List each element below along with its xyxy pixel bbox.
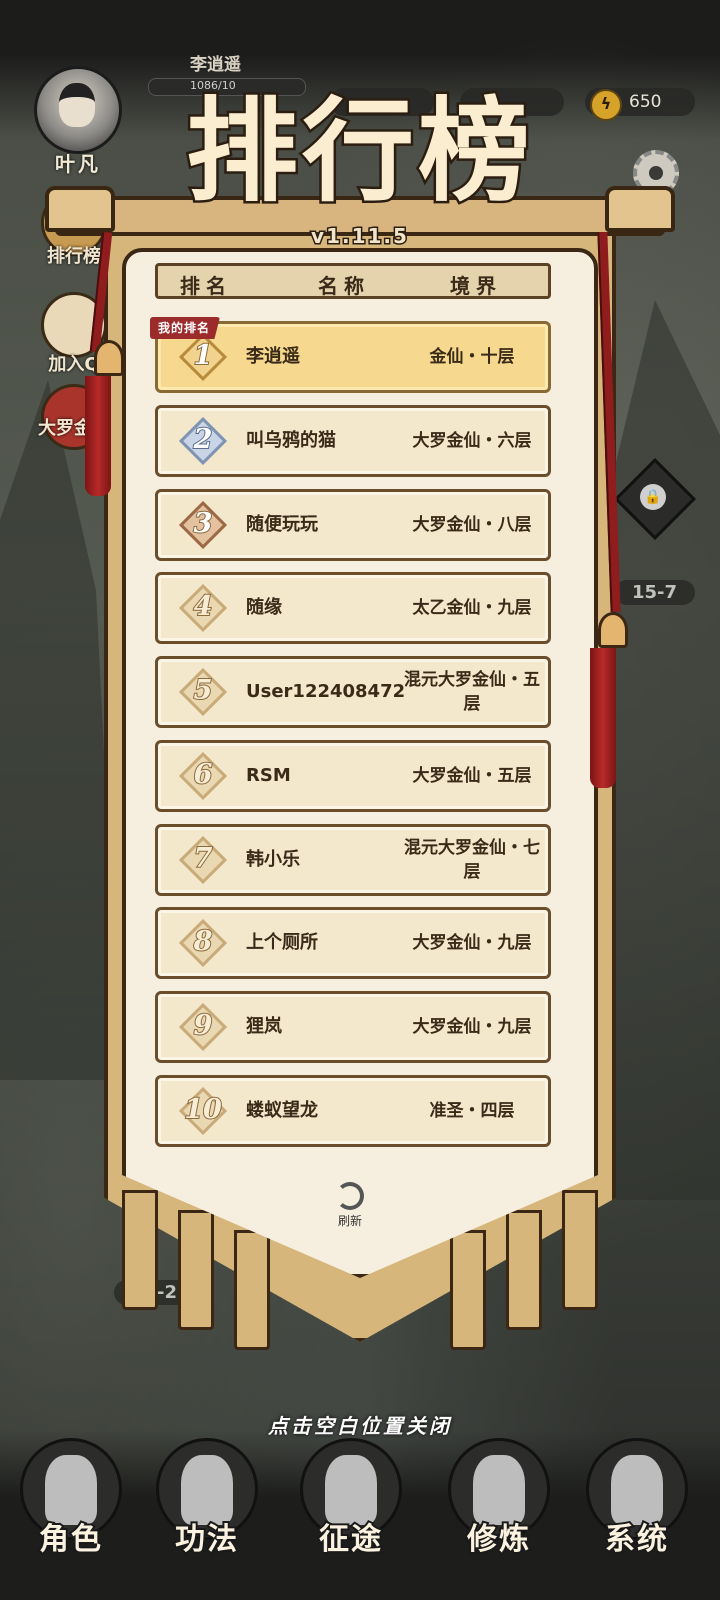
realm-cell: 大罗金仙・六层 (412, 431, 532, 451)
realm-cell: 太乙金仙・九层 (412, 598, 532, 619)
rank-badge-icon: 6 (178, 751, 228, 800)
refresh-label: 刷新 (337, 1214, 362, 1228)
player-name-cell: 蝼蚁望龙 (246, 1099, 318, 1121)
realm-cell: 大罗金仙・九层 (412, 933, 532, 954)
leaderboard-header: 排名 名称 境界 (155, 263, 551, 299)
realm-cell: 准圣・四层 (429, 1100, 515, 1121)
lightning-icon: ϟ (590, 89, 622, 121)
player-name-cell: 随便玩玩 (246, 513, 318, 535)
rank-badge-icon: 2 (178, 416, 228, 466)
nav-label: 征途 (317, 1520, 383, 1559)
lock-icon: 🔒 (640, 484, 666, 510)
avatar-name: 叶凡 (55, 152, 101, 176)
right-tassel (590, 648, 616, 788)
banner-fringe (506, 1210, 542, 1330)
nav-item[interactable]: 征途 (296, 1438, 406, 1578)
leaderboard-title: 排行榜 (184, 84, 534, 220)
player-name-cell: 叫乌鸦的猫 (246, 430, 336, 451)
banner-fringe (178, 1210, 214, 1330)
header-rank: 排名 (180, 274, 232, 298)
version-label: v1.11.5 (310, 223, 409, 250)
rank-badge-icon: 5 (178, 668, 228, 717)
rank-badge-gold-icon: 1 (178, 332, 228, 382)
refresh-icon (336, 1182, 364, 1210)
header-name: 名称 (318, 274, 370, 298)
rank-badge-icon: 9 (178, 1002, 228, 1051)
nav-item[interactable]: 功法 (152, 1438, 262, 1578)
player-name-cell: 上个厕所 (246, 932, 318, 954)
banner-fringe (562, 1190, 598, 1310)
rank-badge-icon: 10 (178, 1086, 228, 1135)
leaderboard-row[interactable]: 7 韩小乐 混元大罗金仙・七层 (155, 823, 551, 896)
player-name: 李逍遥 (190, 55, 241, 75)
banner-rod-end (605, 186, 675, 232)
leaderboard-row[interactable]: 8 上个厕所 大罗金仙・九层 (155, 907, 551, 980)
realm-cell: 金仙・十层 (429, 347, 515, 367)
left-tassel (85, 376, 111, 496)
player-avatar[interactable] (34, 66, 122, 154)
player-name-cell: RSM (246, 764, 291, 786)
nav-item[interactable]: 系统 (582, 1438, 692, 1578)
player-name-cell: User122408472 (246, 681, 406, 703)
banner-fringe (122, 1190, 158, 1310)
left-bell-icon (94, 340, 124, 376)
banner-rod-end (45, 186, 115, 232)
nav-label: 角色 (37, 1520, 103, 1559)
right-bell-icon (598, 612, 628, 648)
realm-cell: 混元大罗金仙・五层 (404, 670, 540, 715)
nav-label: 功法 (173, 1520, 239, 1559)
banner-fringe (234, 1230, 270, 1350)
avatar-portrait-icon (59, 83, 95, 127)
leaderboard-row[interactable]: 3 随便玩玩 大罗金仙・八层 (155, 488, 551, 561)
nav-label: 系统 (603, 1520, 669, 1559)
leaderboard-row[interactable]: 6 RSM 大罗金仙・五层 (155, 739, 551, 812)
player-name-cell: 韩小乐 (246, 848, 300, 870)
rank-badge-icon: 8 (178, 919, 228, 968)
realm-cell: 大罗金仙・八层 (412, 514, 532, 535)
leaderboard-row[interactable]: 9 狸岚 大罗金仙・九层 (155, 990, 551, 1063)
rank-badge-icon: 3 (178, 500, 228, 549)
leaderboard-row[interactable]: 2 叫乌鸦的猫 大罗金仙・六层 (155, 405, 551, 477)
leaderboard-row[interactable]: 10 蝼蚁望龙 准圣・四层 (155, 1074, 551, 1147)
stage-label[interactable]: 15-7 (614, 580, 696, 605)
player-name-cell: 狸岚 (246, 1015, 282, 1037)
energy-value: 650 (629, 92, 662, 112)
rank-badge-icon: 7 (178, 835, 228, 884)
realm-cell: 混元大罗金仙・七层 (404, 837, 540, 882)
nav-label: 修炼 (465, 1520, 531, 1559)
realm-cell: 大罗金仙・九层 (412, 1016, 532, 1037)
realm-cell: 大罗金仙・五层 (412, 765, 532, 786)
player-name-cell: 随缘 (246, 597, 282, 619)
player-name-cell: 李逍遥 (246, 346, 300, 367)
leaderboard-row[interactable]: 4 随缘 太乙金仙・九层 (155, 572, 551, 645)
header-realm: 境界 (450, 274, 502, 298)
nav-item[interactable]: 角色 (16, 1438, 126, 1578)
my-rank-tag: 我的排名 (150, 317, 221, 339)
nav-item[interactable]: 修炼 (444, 1438, 554, 1578)
rank-badge-icon: 4 (178, 584, 228, 633)
leaderboard-row[interactable]: 5 User122408472 混元大罗金仙・五层 (155, 656, 551, 729)
banner-fringe (450, 1230, 486, 1350)
refresh-button[interactable]: 刷新 (330, 1182, 370, 1229)
